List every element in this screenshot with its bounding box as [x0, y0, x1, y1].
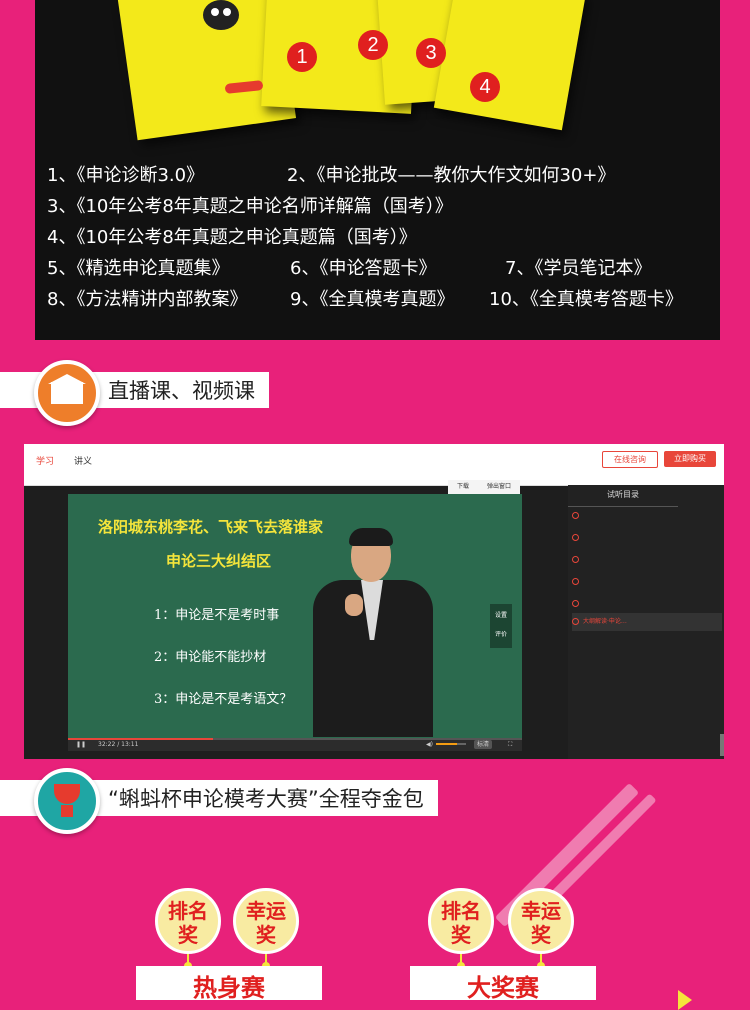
playlist-item[interactable] — [572, 551, 722, 569]
round-grand-prize: 大奖赛 — [410, 966, 596, 1000]
book-item: 9、《全真模考真题》 — [290, 289, 455, 310]
award-lucky-warmup: 幸运 奖 — [233, 888, 299, 954]
popout-window-button[interactable]: 弹出窗口 — [487, 480, 511, 494]
quality-selector[interactable]: 标清 — [474, 740, 493, 749]
download-button[interactable]: 下载 — [457, 480, 469, 494]
playlist-item-label: 大纲解读·申论… — [583, 618, 627, 625]
pause-icon[interactable]: ❚❚ — [76, 738, 86, 751]
book-list-row: 3、《10年公考8年真题之申论名师详解篇（国考）》 — [35, 191, 720, 222]
playlist-item[interactable] — [572, 573, 722, 591]
lesson-dot-icon — [572, 578, 579, 585]
book-list-row: 4、《10年公考8年真题之申论真题篇（国考）》 — [35, 222, 720, 253]
volume-slider[interactable] — [436, 743, 466, 745]
volume-fill — [436, 743, 457, 745]
video-player-screenshot: 学习 讲义 在线咨询 立即购买 下载 弹出窗口 洛阳城东桃李花、飞来飞去落谁家 … — [24, 444, 724, 759]
book-cover-4 — [433, 0, 587, 131]
progress-fill — [68, 738, 214, 740]
player-topbar: 学习 讲义 在线咨询 立即购买 — [24, 444, 724, 486]
book-number-badge: 3 — [416, 38, 446, 68]
book-item: 2、《申论批改——教你大作文如何30+》 — [287, 165, 616, 186]
book-item: 4、《10年公考8年真题之申论真题篇（国考）》 — [47, 227, 417, 248]
time-readout: 32:22 / 13:11 — [98, 741, 139, 748]
book-list: 1、《申论诊断3.0》 2、《申论批改——教你大作文如何30+》 3、《10年公… — [35, 160, 720, 315]
tadpole-mascot-icon — [203, 0, 239, 30]
book-item: 1、《申论诊断3.0》 — [47, 165, 205, 186]
blackboard-item: 3：申论是不是考语文？ — [154, 692, 293, 707]
section-title: 直播课、视频课 — [108, 379, 255, 403]
book-showcase-panel: 1 2 3 4 1、《申论诊断3.0》 2、《申论批改——教你大作文如何30+》… — [35, 0, 720, 340]
fullscreen-icon[interactable]: ⛶ — [508, 738, 512, 751]
round-warmup: 热身赛 — [136, 966, 322, 1000]
book-number-badge: 4 — [470, 72, 500, 102]
arrow-right-icon — [678, 990, 692, 1010]
blackboard-item: 2：申论能不能抄材 — [154, 650, 267, 665]
book-number-badge: 1 — [287, 42, 317, 72]
school-icon — [34, 360, 100, 426]
award-lucky-grand: 幸运 奖 — [508, 888, 574, 954]
blackboard-subtitle: 申论三大纠结区 — [166, 552, 272, 570]
lesson-dot-icon — [572, 618, 579, 625]
lesson-dot-icon — [572, 600, 579, 607]
book-item: 7、《学员笔记本》 — [505, 258, 652, 279]
scrollbar-thumb[interactable] — [720, 734, 724, 756]
playlist-item[interactable] — [572, 529, 722, 547]
trophy-icon — [34, 768, 100, 834]
volume-icon[interactable]: ◀) — [426, 738, 433, 751]
book-item: 5、《精选申论真题集》 — [47, 258, 230, 279]
rate-button[interactable]: 评价 — [490, 629, 512, 638]
blackboard-item: 1：申论是不是考时事 — [154, 608, 280, 623]
tab-handout[interactable]: 讲义 — [74, 454, 92, 467]
lesson-dot-icon — [572, 512, 579, 519]
video-side-tools: 设置 评价 — [490, 604, 512, 648]
book-item: 8、《方法精讲内部教案》 — [47, 289, 248, 310]
settings-button[interactable]: 设置 — [490, 610, 512, 619]
playlist-title: 试听目录 — [568, 489, 678, 507]
book-list-row: 5、《精选申论真题集》 6、《申论答题卡》 7、《学员笔记本》 — [35, 253, 720, 284]
tab-study[interactable]: 学习 — [36, 454, 54, 467]
video-frame[interactable]: 洛阳城东桃李花、飞来飞去落谁家 申论三大纠结区 1：申论是不是考时事 2：申论能… — [68, 494, 522, 751]
book-item: 10、《全真模考答题卡》 — [489, 289, 683, 310]
playlist-item[interactable] — [572, 595, 722, 613]
playlist-item[interactable] — [572, 507, 722, 525]
book-item: 6、《申论答题卡》 — [290, 258, 437, 279]
book-item: 3、《10年公考8年真题之申论名师详解篇（国考）》 — [47, 196, 453, 217]
lesson-dot-icon — [572, 534, 579, 541]
lesson-dot-icon — [572, 556, 579, 563]
player-mini-toolbar: 下载 弹出窗口 — [448, 480, 520, 494]
trial-playlist: 试听目录 大纲解读·申论… — [568, 485, 724, 759]
playlist-item-active[interactable]: 大纲解读·申论… — [572, 613, 722, 631]
book-list-row: 8、《方法精讲内部教案》 9、《全真模考真题》 10、《全真模考答题卡》 — [35, 284, 720, 315]
section-title: “蝌蚪杯申论模考大赛”全程夺金包 — [108, 787, 424, 811]
book-list-row: 1、《申论诊断3.0》 2、《申论批改——教你大作文如何30+》 — [35, 160, 720, 191]
buy-now-button[interactable]: 立即购买 — [664, 451, 716, 467]
award-ranking-warmup: 排名 奖 — [155, 888, 221, 954]
blackboard-title: 洛阳城东桃李花、飞来飞去落谁家 — [98, 518, 324, 536]
award-ranking-grand: 排名 奖 — [428, 888, 494, 954]
book-number-badge: 2 — [358, 30, 388, 60]
player-controls: ❚❚ 32:22 / 13:11 ◀) 标清 ⛶ — [68, 738, 522, 751]
online-consult-button[interactable]: 在线咨询 — [602, 451, 658, 468]
teacher-figure — [313, 528, 433, 737]
